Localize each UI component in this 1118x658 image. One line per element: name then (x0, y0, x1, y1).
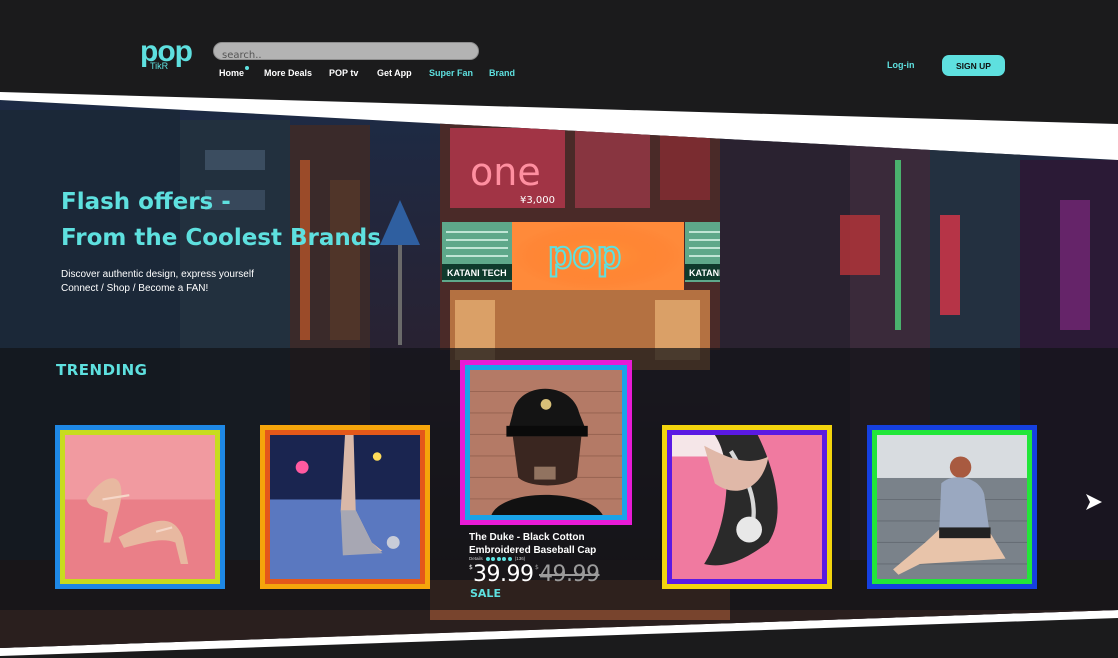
rating-label: Details (469, 556, 483, 561)
star-icon (502, 556, 507, 561)
search-bar[interactable] (213, 42, 479, 64)
sign-one: one (470, 150, 541, 194)
product-image-hoodie (877, 435, 1027, 579)
search-input[interactable] (214, 47, 478, 64)
star-icon (485, 556, 490, 561)
trending-card-4[interactable] (662, 425, 832, 589)
nav-get-app[interactable]: Get App (377, 68, 412, 78)
trending-card-5[interactable] (867, 425, 1037, 589)
trending-title: TRENDING (56, 361, 148, 379)
rating-stars (485, 556, 512, 561)
hero-title-line1: Flash offers - (61, 189, 231, 215)
sign-logo: pop (548, 233, 621, 277)
chevron-right-icon-svg (1086, 494, 1102, 510)
hero-subtitle-line2: Connect / Shop / Become a FAN! (61, 283, 209, 294)
sign-price: ¥3,000 (520, 195, 555, 206)
signup-button[interactable]: SIGN UP (942, 55, 1005, 76)
nav-home[interactable]: Home (219, 68, 244, 78)
active-indicator-dot (245, 66, 249, 70)
product-image-baseball-cap (470, 370, 622, 515)
page: one ¥3,000 KATANI TECH KATANI TECH pop p… (0, 0, 1118, 658)
login-link[interactable]: Log-in (887, 60, 915, 70)
star-icon (496, 556, 501, 561)
nav-more-deals[interactable]: More Deals (264, 68, 312, 78)
featured-product-name[interactable]: The Duke - Black Cotton Embroidered Base… (469, 531, 629, 557)
nav-brand[interactable]: Brand (489, 68, 515, 78)
star-icon (507, 556, 512, 561)
rating-count: (136) (514, 556, 526, 561)
price-old: 49.99 (539, 562, 600, 587)
price-current: 39.99 (473, 562, 534, 587)
hero-subtitle: Discover authentic design, express yours… (61, 268, 254, 296)
hero-subtitle-line1: Discover authentic design, express yours… (61, 269, 254, 280)
hero-title-line2: From the Coolest Brands (61, 225, 381, 251)
trending-card-1[interactable] (55, 425, 225, 589)
logo-subtext: TikR (150, 61, 169, 71)
product-image-sandals (65, 435, 215, 579)
nav-pop-tv[interactable]: POP tv (329, 68, 358, 78)
nav-super-fan[interactable]: Super Fan (429, 68, 473, 78)
trending-card-2[interactable] (260, 425, 430, 589)
chevron-right-icon[interactable] (1082, 490, 1106, 514)
trending-card-featured[interactable] (460, 360, 632, 525)
sign-store-left: KATANI TECH (447, 268, 507, 278)
featured-product-rating: Details (136) (469, 556, 525, 561)
product-image-headphones (672, 435, 822, 579)
hero-title: Flash offers - From the Coolest Brands (61, 184, 381, 256)
logo-text: pop (140, 35, 193, 68)
sale-badge: SALE (470, 587, 501, 600)
product-image-boots (270, 435, 420, 579)
star-icon (491, 556, 496, 561)
logo[interactable]: pop TikR (140, 35, 200, 72)
